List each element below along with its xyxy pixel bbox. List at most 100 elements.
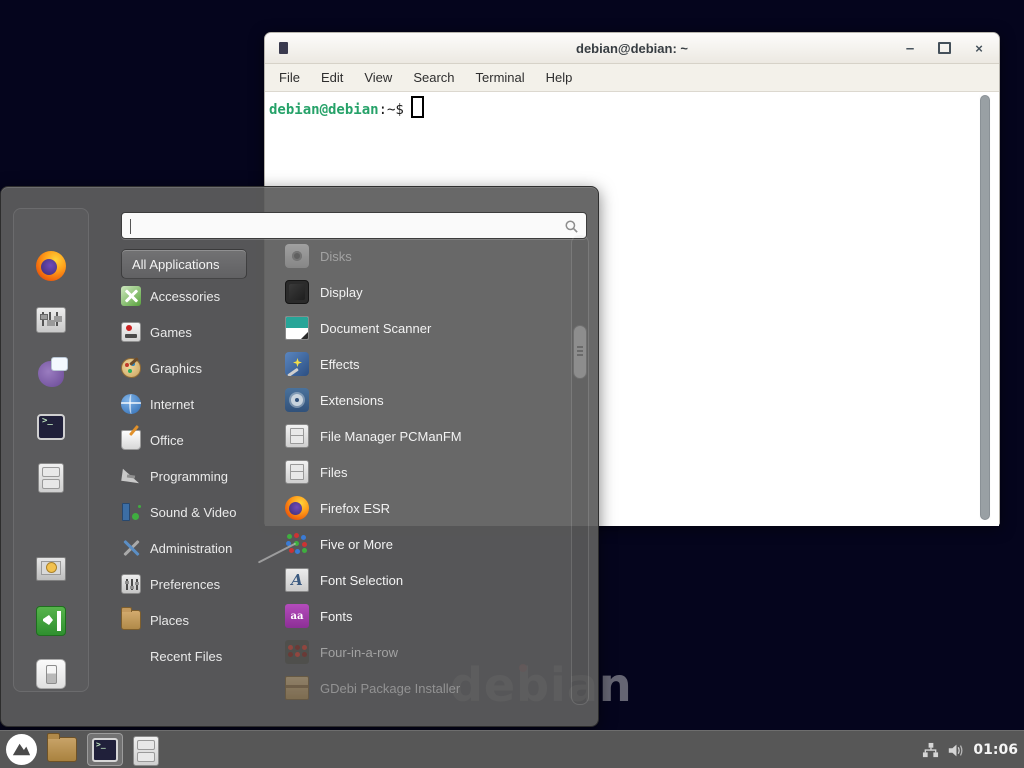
office-icon [121,430,141,450]
favorite-screensaver[interactable] [34,552,68,586]
apps-scrollbar[interactable] [571,235,589,705]
category-all-applications[interactable]: All Applications [121,249,247,279]
category-games[interactable]: Games [121,314,237,350]
settings-icon [36,307,66,333]
category-graphics[interactable]: Graphics [121,350,237,386]
favorite-terminal[interactable]: >_ [34,410,68,444]
taskbar: >_ 01:06 [0,730,1024,768]
app-fonts[interactable]: aaFonts [285,598,567,634]
app-effects[interactable]: Effects [285,346,567,382]
terminal-window-title: debian@debian: ~ [265,41,999,56]
menu-view[interactable]: View [364,70,392,85]
category-preferences[interactable]: Preferences [121,566,237,602]
app-disks[interactable]: Disks [285,238,567,274]
app-gdebi-package-installer[interactable]: GDebi Package Installer [285,670,567,706]
file-cabinet-icon [38,463,64,493]
terminal-icon: >_ [37,414,65,440]
favorites-column: >_ [13,208,89,692]
app-document-scanner[interactable]: Document Scanner [285,310,567,346]
taskbar-file-manager-button[interactable] [47,737,77,762]
preferences-icon [121,574,141,594]
four-in-a-row-icon [285,640,309,664]
taskbar-file-cabinet-button[interactable] [133,736,157,764]
favorite-settings[interactable] [34,303,68,337]
menu-help[interactable]: Help [546,70,573,85]
categories-column: All Applications Accessories Games Graph… [121,249,271,279]
file-cabinet-icon [285,424,309,448]
menu-edit[interactable]: Edit [321,70,343,85]
document-scanner-icon [285,316,309,340]
file-cabinet-icon [133,736,159,766]
app-display[interactable]: Display [285,274,567,310]
menu-search[interactable]: Search [413,70,454,85]
app-search-box [121,212,587,239]
category-recent-files[interactable]: Recent Files [121,638,237,674]
terminal-menubar: File Edit View Search Terminal Help [265,64,999,92]
minimize-button[interactable]: – [904,41,916,56]
apps-scrollbar-thumb[interactable] [573,325,587,379]
maximize-button[interactable] [938,42,951,54]
text-caret [130,219,131,234]
sound-video-icon [121,502,141,522]
terminal-window-icon [279,42,288,54]
category-internet[interactable]: Internet [121,386,237,422]
desktop: debian debian@debian: ~ – × File Edit Vi… [0,0,1024,768]
extensions-gear-icon [285,388,309,412]
app-font-selection[interactable]: AFont Selection [285,562,567,598]
programming-icon [121,466,141,486]
category-administration[interactable]: Administration [121,530,237,566]
menu-file[interactable]: File [279,70,300,85]
prompt-suffix: :~$ [379,102,404,118]
menu-button[interactable] [6,734,37,765]
category-accessories[interactable]: Accessories [121,278,237,314]
gdebi-package-icon [285,676,309,700]
close-button[interactable]: × [973,42,985,55]
administration-icon [121,538,141,558]
favorite-shutdown[interactable] [34,657,68,691]
category-programming[interactable]: Programming [121,458,237,494]
graphics-icon [121,358,141,378]
app-five-or-more[interactable]: Five or More [285,526,567,562]
font-selection-icon: A [285,568,309,592]
app-file-manager-pcmanfm[interactable]: File Manager PCManFM [285,418,567,454]
firefox-icon [285,496,309,520]
search-input[interactable] [130,216,550,235]
applications-menu: >_ All Applications Accessories Games Gr… [0,186,599,727]
search-icon [564,219,579,234]
app-firefox-esr[interactable]: Firefox ESR [285,490,567,526]
app-extensions[interactable]: Extensions [285,382,567,418]
favorite-firefox[interactable] [34,249,68,283]
app-files[interactable]: Files [285,454,567,490]
taskbar-clock[interactable]: 01:06 [973,742,1018,758]
effects-icon [285,352,309,376]
terminal-titlebar[interactable]: debian@debian: ~ – × [265,33,999,64]
fonts-icon: aa [285,604,309,628]
games-icon [121,322,141,342]
favorite-pidgin[interactable] [34,357,68,391]
volume-icon[interactable] [947,742,965,759]
disks-icon [285,244,309,268]
category-sound-video[interactable]: Sound & Video [121,494,237,530]
terminal-scrollbar[interactable] [979,95,991,520]
shutdown-icon [36,659,66,689]
five-or-more-icon [285,532,309,556]
system-tray: 01:06 [922,731,1018,768]
firefox-icon [36,251,66,281]
app-four-in-a-row[interactable]: Four-in-a-row [285,634,567,670]
apps-list: Disks Display Document Scanner Effects E… [285,238,567,706]
prompt-user-host: debian@debian [269,102,379,118]
distro-logo-icon [9,737,34,762]
category-places[interactable]: Places [121,602,237,638]
logout-icon [36,606,66,636]
network-icon[interactable] [922,742,939,759]
internet-globe-icon [121,394,141,414]
accessories-icon [121,286,141,306]
pidgin-icon [38,361,64,387]
favorite-file-manager[interactable] [34,461,68,495]
favorite-logout[interactable] [34,604,68,638]
category-office[interactable]: Office [121,422,237,458]
menu-terminal[interactable]: Terminal [476,70,525,85]
terminal-scrollbar-thumb[interactable] [980,95,990,520]
taskbar-terminal-button[interactable]: >_ [87,733,123,766]
display-icon [285,280,309,304]
